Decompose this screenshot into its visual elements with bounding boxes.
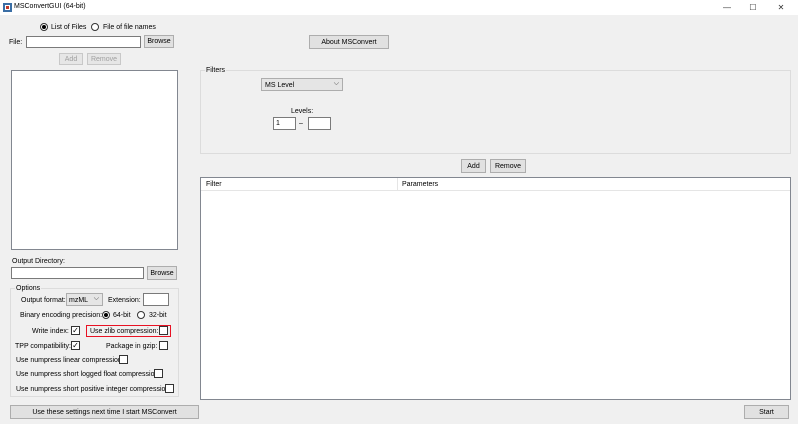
tpp-compatibility-checkbox[interactable]: ✓ [71,341,80,350]
zlib-compression-label: Use zlib compression: [90,328,159,335]
filter-table-header [201,178,790,191]
level-separator: – [299,120,303,127]
precision-32-radio[interactable] [137,311,145,319]
file-of-file-names-radio[interactable] [91,23,99,31]
level-from-value: 1 [276,120,280,127]
precision-label: Binary encoding precision: [20,312,103,319]
output-format-value: mzML [69,297,89,304]
level-from-input[interactable]: 1 [273,117,296,130]
output-directory-label: Output Directory: [12,258,65,265]
output-directory-input[interactable] [11,267,144,279]
start-button[interactable]: Start [744,405,789,419]
save-settings-button[interactable]: Use these settings next time I start MSC… [10,405,199,419]
numpress-pic-checkbox[interactable] [165,384,174,393]
filter-type-value: MS Level [265,82,295,89]
remove-file-button[interactable]: Remove [87,53,121,65]
close-icon[interactable]: ✕ [768,0,794,15]
tpp-compatibility-label: TPP compatibility: [15,343,71,350]
output-format-select[interactable]: mzML ⌵ [66,293,103,306]
file-list[interactable] [11,70,178,250]
minimize-icon[interactable]: — [714,0,740,15]
column-header-filter[interactable]: Filter [206,180,222,189]
file-of-file-names-label: File of file names [103,24,156,31]
chevron-down-icon: ⌵ [93,295,99,302]
package-gzip-label: Package in gzip: [106,343,158,350]
precision-64-label: 64-bit [113,312,131,319]
chevron-down-icon: ⌵ [333,80,339,87]
filters-group-title: Filters [205,66,227,75]
package-gzip-checkbox[interactable] [159,341,168,350]
write-index-label: Write index: [32,328,69,335]
write-index-checkbox[interactable]: ✓ [71,326,80,335]
file-label: File: [9,39,23,46]
output-format-label: Output format: [21,297,66,304]
options-group-title: Options [15,284,42,293]
about-button[interactable]: About MSConvert [309,35,389,49]
levels-label: Levels: [291,108,314,115]
zlib-compression-checkbox[interactable] [159,326,168,335]
column-divider[interactable] [397,178,398,191]
add-file-button[interactable]: Add [59,53,83,65]
file-input[interactable] [26,36,141,48]
app-icon [3,3,12,12]
precision-32-label: 32-bit [149,312,167,319]
title-bar [0,0,798,15]
numpress-linear-checkbox[interactable] [119,355,128,364]
list-of-files-label: List of Files [51,24,87,31]
add-filter-button[interactable]: Add [461,159,486,173]
column-header-parameters[interactable]: Parameters [402,180,438,189]
numpress-linear-label: Use numpress linear compression: [16,357,124,364]
output-browse-button[interactable]: Browse [147,266,177,280]
extension-label: Extension: [108,297,141,304]
numpress-slof-checkbox[interactable] [154,369,163,378]
extension-input[interactable] [143,293,169,306]
window-title: MSConvertGUI (64-bit) [14,3,86,10]
list-of-files-radio[interactable] [40,23,48,31]
filter-type-select[interactable]: MS Level ⌵ [261,78,343,91]
filter-table[interactable] [200,177,791,400]
level-to-input[interactable] [308,117,331,130]
maximize-icon[interactable]: ☐ [740,0,766,15]
precision-64-radio[interactable] [102,311,110,319]
file-browse-button[interactable]: Browse [144,35,174,48]
numpress-pic-label: Use numpress short positive integer comp… [16,386,172,393]
remove-filter-button[interactable]: Remove [490,159,526,173]
numpress-slof-label: Use numpress short logged float compress… [16,371,161,378]
